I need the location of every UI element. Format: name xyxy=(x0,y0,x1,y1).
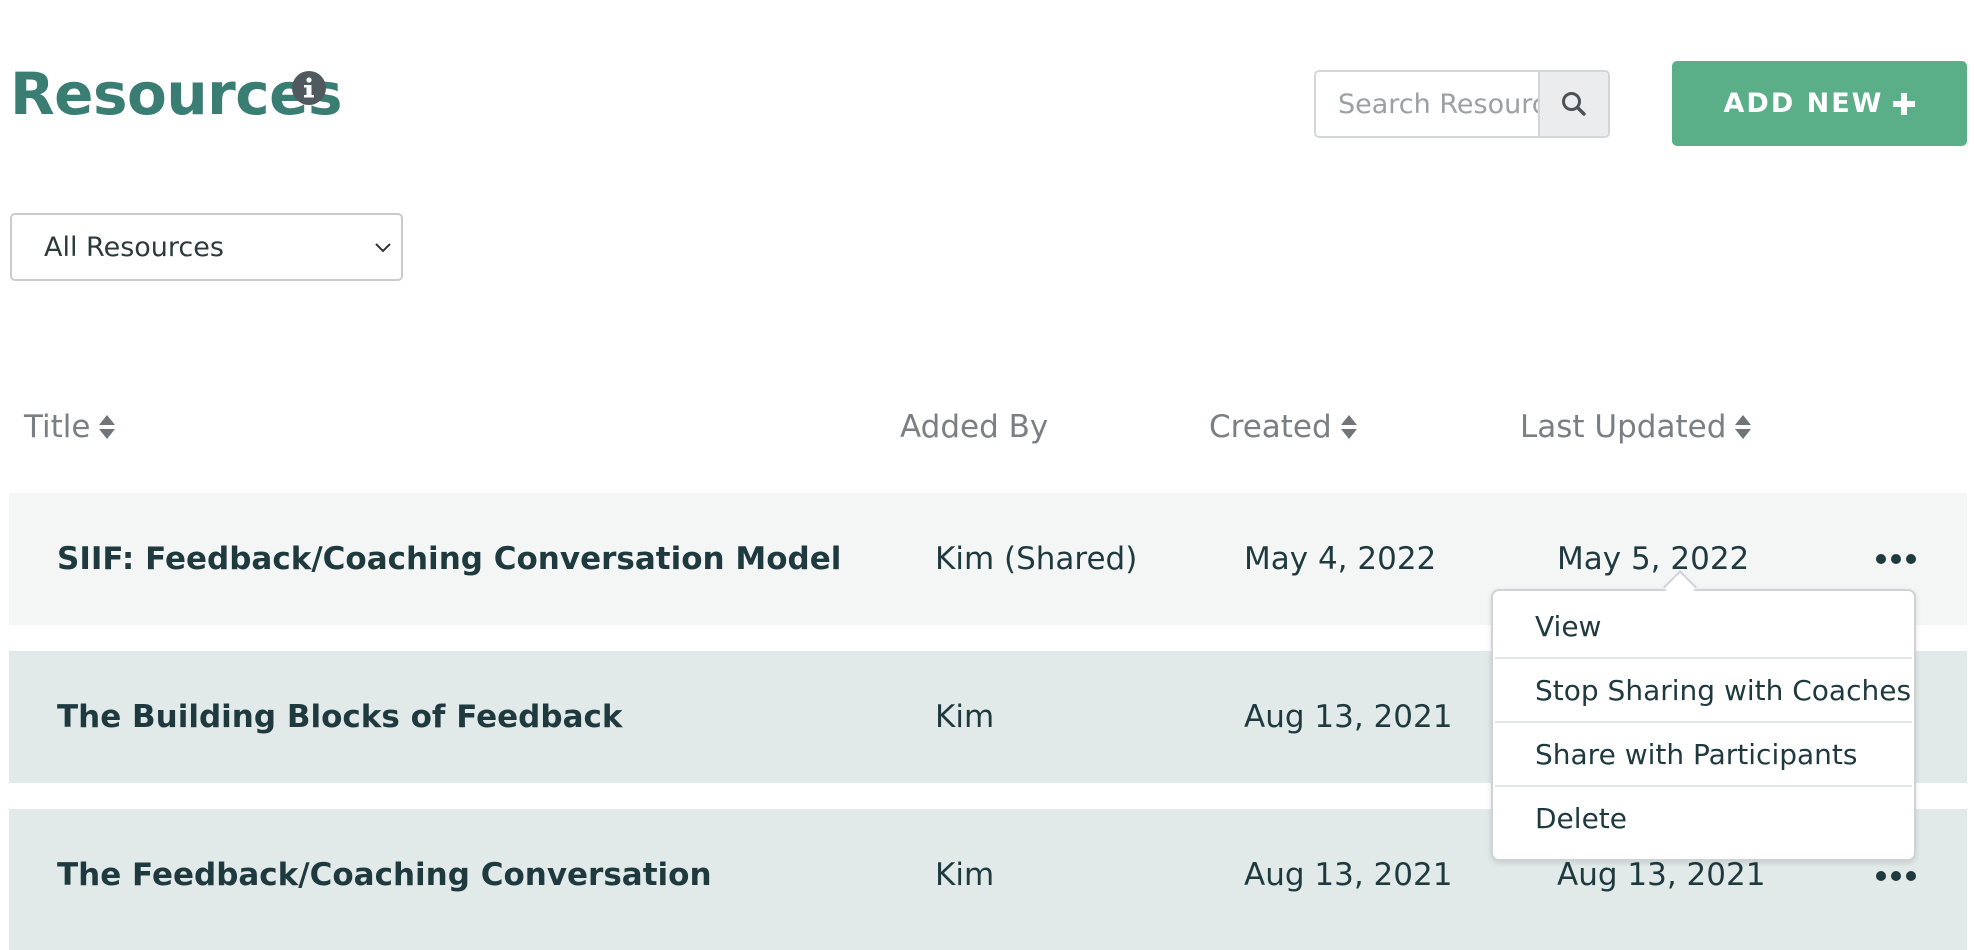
row-added-by: Kim (Shared) xyxy=(935,541,1138,577)
menu-item-view[interactable]: View xyxy=(1495,595,1912,659)
column-header-label: Title xyxy=(24,409,91,445)
more-icon[interactable] xyxy=(1876,549,1916,569)
info-icon[interactable] xyxy=(291,70,327,106)
sort-icon xyxy=(1340,415,1357,439)
plus-icon xyxy=(1893,92,1916,115)
search-input[interactable] xyxy=(1316,72,1538,136)
chevron-down-icon xyxy=(375,243,391,253)
resource-filter-select[interactable]: All Resources xyxy=(10,213,403,281)
row-title[interactable]: The Feedback/Coaching Conversation xyxy=(57,853,712,897)
search-box xyxy=(1314,70,1610,138)
row-created: May 4, 2022 xyxy=(1244,541,1437,577)
column-header-added-by: Added By xyxy=(900,405,1048,449)
row-added-by: Kim xyxy=(935,857,995,893)
menu-item-stop-sharing-coaches[interactable]: Stop Sharing with Coaches xyxy=(1495,659,1912,723)
more-icon[interactable] xyxy=(1876,866,1916,886)
row-added-by: Kim xyxy=(935,699,995,735)
sort-icon xyxy=(99,415,116,439)
row-title[interactable]: The Building Blocks of Feedback xyxy=(57,695,622,739)
menu-item-share-participants[interactable]: Share with Participants xyxy=(1495,723,1912,787)
column-header-label: Created xyxy=(1209,409,1332,445)
row-created: Aug 13, 2021 xyxy=(1244,857,1453,893)
filter-selected-value: All Resources xyxy=(44,231,224,263)
row-title[interactable]: SIIF: Feedback/Coaching Conversation Mod… xyxy=(57,537,841,581)
add-new-button[interactable]: ADD NEW xyxy=(1672,61,1967,146)
row-created: Aug 13, 2021 xyxy=(1244,699,1453,735)
search-icon xyxy=(1562,92,1586,116)
column-header-last-updated[interactable]: Last Updated xyxy=(1520,405,1752,449)
column-header-label: Last Updated xyxy=(1520,409,1727,445)
sort-icon xyxy=(1735,415,1752,439)
column-header-created[interactable]: Created xyxy=(1209,405,1358,449)
menu-item-delete[interactable]: Delete xyxy=(1495,787,1912,849)
row-actions-menu: View Stop Sharing with Coaches Share wit… xyxy=(1491,589,1916,861)
search-button[interactable] xyxy=(1538,72,1608,136)
column-header-label: Added By xyxy=(900,409,1049,445)
row-last-updated: May 5, 2022 xyxy=(1557,541,1750,577)
add-new-label: ADD NEW xyxy=(1723,88,1884,119)
column-header-title[interactable]: Title xyxy=(24,405,116,449)
